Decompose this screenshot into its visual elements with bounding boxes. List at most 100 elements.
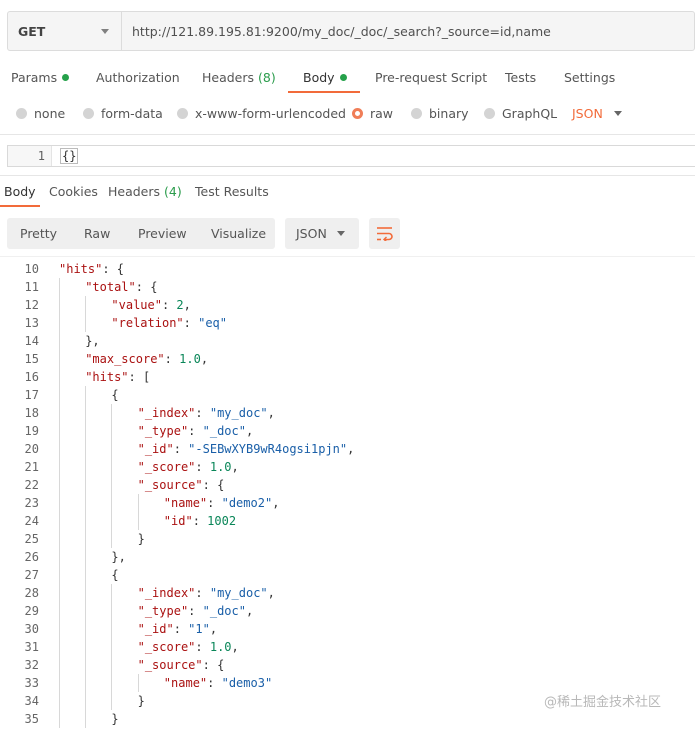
indent-guide (85, 386, 87, 404)
tab-headers[interactable]: Headers (8) (202, 70, 276, 85)
code-token: : { (202, 478, 225, 492)
caret-down-icon (337, 231, 345, 236)
caret-down-icon (101, 29, 109, 34)
tab-label: Test Results (195, 184, 269, 199)
code-token: , (267, 406, 275, 420)
radio-form-data[interactable]: form-data (83, 106, 163, 121)
line-number: 14 (24, 334, 39, 348)
indent-guide (85, 566, 87, 584)
tab-response-body[interactable]: Body (4, 184, 36, 199)
code-token: "_doc" (202, 424, 246, 438)
tab-count: (8) (258, 70, 276, 85)
code-token: "_source" (137, 478, 203, 492)
code-token: : { (102, 262, 125, 276)
radio-raw[interactable]: raw (352, 106, 393, 121)
indent-guide (111, 476, 113, 494)
indent-guide (59, 710, 60, 728)
indent-guide (111, 530, 113, 548)
code-line: 25} (0, 530, 695, 548)
radio-label: GraphQL (502, 106, 558, 121)
indent-guide (85, 512, 87, 530)
radio-label: binary (429, 106, 469, 121)
tab-body[interactable]: Body (303, 70, 347, 85)
code-token: : [ (128, 370, 151, 384)
code-text: "_score": 1.0, (138, 458, 239, 476)
code-line: 27 { (0, 566, 695, 584)
indent-guide (59, 566, 60, 584)
tab-authorization[interactable]: Authorization (96, 70, 180, 85)
view-raw-button[interactable]: Raw (84, 218, 110, 249)
view-visualize-button[interactable]: Visualize (211, 218, 266, 249)
response-format-select[interactable]: JSON (285, 218, 359, 249)
radio-none[interactable]: none (16, 106, 65, 121)
code-token: "_type" (137, 604, 189, 618)
response-body-viewer[interactable]: 10 "hits": {11 "total": {12 "value": 2, 13 "r… (0, 260, 695, 729)
code-token: "eq" (198, 316, 227, 330)
code-text: "_id": "-SEBwXYB9wR4ogsi1pjn", (138, 440, 355, 458)
code-token: 1002 (207, 514, 237, 528)
indent-guide (85, 422, 87, 440)
radio-x-www-form-urlencoded[interactable]: x-www-form-urlencoded (177, 106, 346, 121)
tab-label: Body (303, 70, 335, 85)
code-token: "demo3" (221, 676, 273, 690)
view-preview-button[interactable]: Preview (138, 218, 187, 249)
view-label: Pretty (20, 226, 58, 241)
view-mode-group: Pretty Raw Preview Visualize (7, 218, 275, 249)
method-select[interactable]: GET (8, 12, 122, 50)
code-text: }, (85, 332, 99, 350)
view-pretty-button[interactable]: Pretty (20, 218, 57, 249)
indent-guide (59, 494, 60, 512)
divider (0, 175, 695, 176)
code-text: "_source": { (138, 656, 225, 674)
indent-guide (59, 296, 60, 314)
line-number: 34 (24, 694, 39, 708)
radio-binary[interactable]: binary (411, 106, 469, 121)
url-input[interactable]: http://121.89.195.81:9200/my_doc/_doc/_s… (122, 12, 694, 50)
tab-settings[interactable]: Settings (564, 70, 615, 85)
indent-guide (85, 710, 87, 728)
code-token: "_id" (137, 442, 174, 456)
code-text: "_index": "my_doc", (138, 584, 275, 602)
tab-label: Headers (108, 184, 161, 199)
code-line: 20 "_id": "-SEBwXYB9wR4ogsi1pjn", (0, 440, 695, 458)
editor-text: {} (60, 148, 79, 164)
body-format-label: JSON (572, 106, 603, 121)
method-label: GET (18, 23, 46, 39)
code-token: "_score" (137, 460, 196, 474)
status-dot-icon (339, 74, 347, 81)
code-token: : (195, 460, 210, 474)
request-body-editor[interactable]: 1 {} (7, 145, 695, 167)
tab-params[interactable]: Params (11, 70, 70, 85)
code-line: 31 "_score": 1.0, (0, 638, 695, 656)
indent-guide (59, 314, 60, 332)
tab-tests[interactable]: Tests (505, 70, 536, 85)
code-line: 11 "total": { (0, 278, 695, 296)
indent-guide (59, 368, 60, 386)
code-text: "id": 1002 (164, 512, 236, 530)
code-token: 2 (176, 298, 184, 312)
radio-label: form-data (101, 106, 163, 121)
tab-pre-request-script[interactable]: Pre-request Script (375, 70, 487, 85)
wrap-lines-icon (377, 227, 393, 241)
code-token: "_index" (137, 406, 196, 420)
tab-test-results[interactable]: Test Results (195, 184, 269, 199)
tab-response-headers[interactable]: Headers (4) (108, 184, 182, 199)
radio-circle-icon (177, 108, 188, 119)
radio-graphql[interactable]: GraphQL (484, 106, 557, 121)
code-line: 28 "_index": "my_doc", (0, 584, 695, 602)
indent-guide (85, 404, 87, 422)
code-text: "max_score": 1.0, (85, 350, 208, 368)
code-token: "_source" (137, 658, 203, 672)
code-line: 30 "_id": "1", (0, 620, 695, 638)
tab-cookies[interactable]: Cookies (49, 184, 98, 199)
body-format-select[interactable]: JSON (572, 106, 622, 121)
wrap-lines-button[interactable] (369, 218, 400, 249)
code-token: : (192, 514, 208, 528)
line-number: 17 (24, 388, 39, 402)
code-line: 33 "name": "demo3" (0, 674, 695, 692)
line-number: 21 (24, 460, 39, 474)
code-token: "max_score" (85, 352, 165, 366)
code-token: , (209, 622, 218, 636)
line-number: 22 (24, 478, 39, 492)
indent-guide (111, 494, 113, 512)
